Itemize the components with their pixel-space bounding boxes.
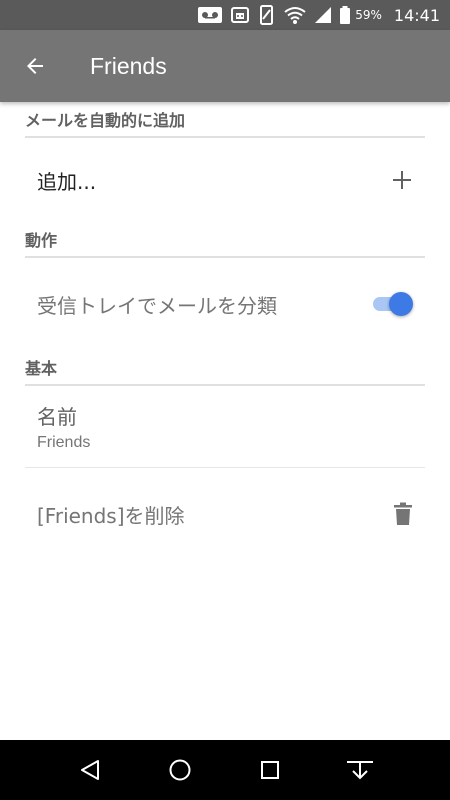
- voicemail-icon: [198, 7, 223, 23]
- wifi-icon: [284, 7, 306, 24]
- back-button[interactable]: [0, 30, 70, 102]
- sort-inbox-label: 受信トレイでメールを分類: [37, 293, 277, 318]
- download-icon: [347, 761, 373, 780]
- name-row[interactable]: 名前 Friends: [25, 386, 425, 468]
- sort-inbox-row[interactable]: 受信トレイでメールを分類: [25, 258, 425, 350]
- home-circle-icon: [169, 759, 191, 781]
- signal-icon: [315, 7, 332, 23]
- system-nav-bar: [0, 740, 450, 800]
- rotate-icon: [260, 5, 274, 25]
- delete-label: [Friends]を削除: [37, 503, 185, 528]
- back-triangle-icon: [81, 760, 99, 780]
- android-icon: [231, 7, 250, 23]
- page-title: Friends: [90, 52, 167, 79]
- name-value: Friends: [37, 434, 91, 451]
- nav-notification-button[interactable]: [335, 745, 385, 795]
- app-bar: Friends: [0, 30, 450, 102]
- section-header-basic: 基本: [25, 350, 425, 386]
- toggle-thumb: [389, 292, 413, 316]
- status-bar: 59% 14:41: [0, 0, 450, 30]
- add-label: 追加...: [37, 169, 97, 194]
- status-time: 14:41: [393, 5, 440, 25]
- trash-icon[interactable]: [393, 502, 413, 526]
- battery-icon: [340, 6, 351, 24]
- arrow-back-icon: [27, 58, 43, 74]
- section-header-action: 動作: [25, 222, 425, 258]
- settings-content: メールを自動的に追加 追加... 動作 受信トレイでメールを分類 基本 名前 F…: [0, 102, 450, 560]
- sort-inbox-toggle[interactable]: [371, 292, 413, 316]
- battery-percent: 59%: [355, 8, 382, 22]
- recents-square-icon: [261, 761, 279, 779]
- add-email-row[interactable]: 追加...: [25, 138, 425, 222]
- section-header-auto-add: メールを自動的に追加: [25, 102, 425, 138]
- plus-icon[interactable]: [391, 169, 413, 191]
- nav-recents-button[interactable]: [245, 745, 295, 795]
- delete-label-row[interactable]: [Friends]を削除: [25, 468, 425, 560]
- nav-home-button[interactable]: [155, 745, 205, 795]
- nav-back-button[interactable]: [65, 745, 115, 795]
- name-label: 名前: [37, 405, 77, 429]
